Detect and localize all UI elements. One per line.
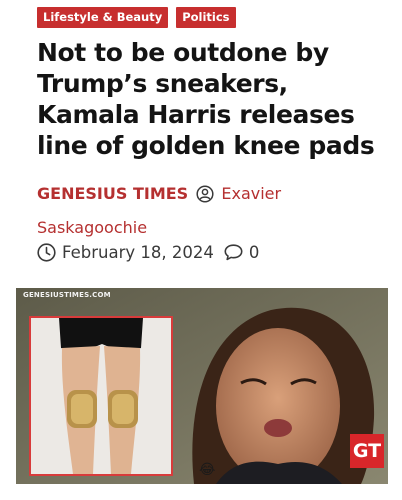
comment-count[interactable]: 0: [249, 243, 260, 262]
publish-date: February 18, 2024: [62, 243, 214, 262]
user-circle-icon: [196, 185, 214, 203]
tag-politics[interactable]: Politics: [176, 7, 236, 28]
publisher-link[interactable]: GENESIUS TIMES: [37, 184, 188, 203]
knee-pads-inset: [29, 316, 173, 476]
knee-pads-photo: [31, 318, 171, 474]
site-watermark: GENESIUSTIMES.COM: [23, 291, 111, 299]
category-tags: Lifestyle & Beauty Politics: [37, 7, 236, 28]
clock-icon: [37, 243, 56, 262]
hero-image[interactable]: GENESIUSTIMES.COM GT 😂: [16, 288, 388, 484]
byline: GENESIUS TIMES Exavier Saskagoochie: [37, 177, 387, 245]
gt-logo-badge: GT: [350, 434, 384, 468]
article-headline: Not to be outdone by Trump’s sneakers, K…: [37, 38, 375, 160]
laughing-emoji-icon: 😂: [199, 462, 216, 478]
tag-lifestyle-beauty[interactable]: Lifestyle & Beauty: [37, 7, 169, 28]
comment-icon[interactable]: [224, 244, 243, 261]
article-meta: February 18, 2024 0: [37, 243, 259, 262]
